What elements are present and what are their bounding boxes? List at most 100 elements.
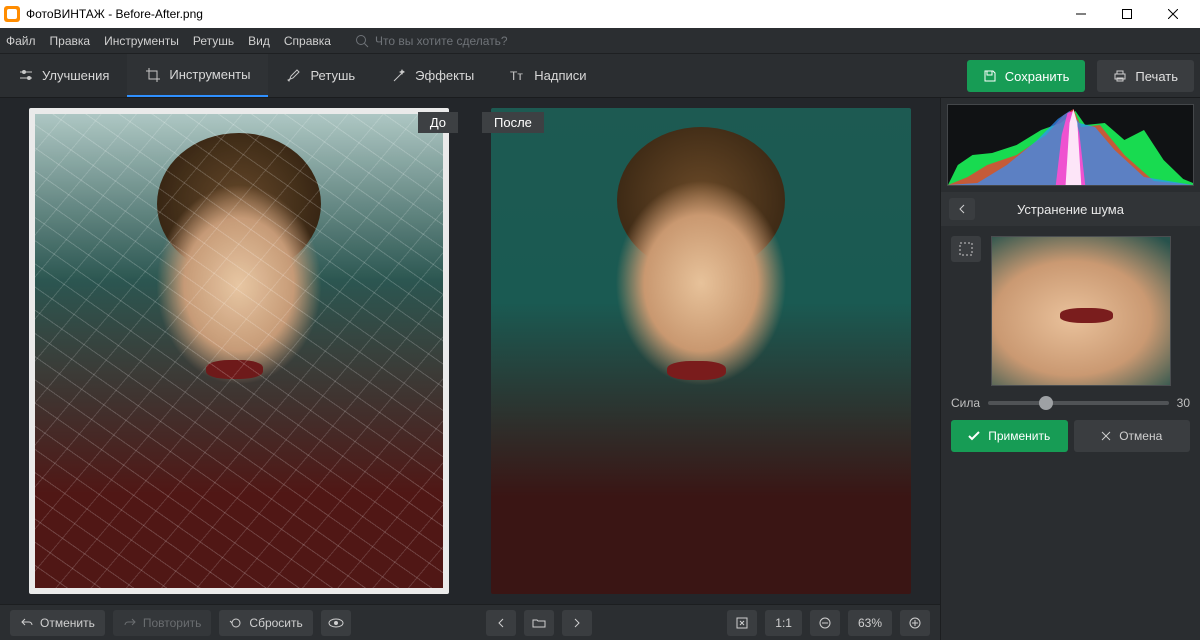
image-viewer: До После Отменить Повторить Сбросить xyxy=(0,98,940,640)
window-title: ФотоВИНТАЖ - Before-After.png xyxy=(26,7,1058,21)
panel-title: Устранение шума xyxy=(1017,202,1124,217)
zoom-value[interactable]: 63% xyxy=(848,610,892,636)
menu-retouch[interactable]: Ретушь xyxy=(193,34,234,48)
text-icon: Tᴛ xyxy=(510,68,526,84)
tab-retouch[interactable]: Ретушь xyxy=(268,54,373,97)
crop-icon xyxy=(145,67,161,83)
viewer-footerbar: Отменить Повторить Сбросить 1:1 63% xyxy=(0,604,940,640)
print-button[interactable]: Печать xyxy=(1097,60,1194,92)
chevron-left-icon xyxy=(958,204,966,214)
cancel-button[interactable]: Отмена xyxy=(1074,420,1191,452)
menu-help[interactable]: Справка xyxy=(284,34,331,48)
panel-header: Устранение шума xyxy=(941,192,1200,226)
menu-edit[interactable]: Правка xyxy=(50,34,91,48)
cancel-label: Отмена xyxy=(1119,429,1162,443)
reset-label: Сбросить xyxy=(249,616,302,630)
redo-button[interactable]: Повторить xyxy=(113,610,212,636)
menu-bar: Файл Правка Инструменты Ретушь Вид Справ… xyxy=(0,28,1200,54)
tab-effects[interactable]: Эффекты xyxy=(373,54,492,97)
close-button[interactable] xyxy=(1150,0,1196,28)
tab-text-label: Надписи xyxy=(534,68,586,83)
print-icon xyxy=(1113,69,1127,83)
sliders-icon xyxy=(18,68,34,84)
apply-label: Применить xyxy=(988,429,1050,443)
toggle-preview-button[interactable] xyxy=(321,610,351,636)
tab-tools[interactable]: Инструменты xyxy=(127,54,268,97)
tab-effects-label: Эффекты xyxy=(415,68,474,83)
strength-slider[interactable] xyxy=(988,401,1169,405)
menu-view[interactable]: Вид xyxy=(248,34,270,48)
tab-enhancements[interactable]: Улучшения xyxy=(0,54,127,97)
strength-value: 30 xyxy=(1177,396,1190,410)
denoise-preview[interactable] xyxy=(991,236,1171,386)
x-icon xyxy=(1101,431,1111,441)
apply-button[interactable]: Применить xyxy=(951,420,1068,452)
chevron-right-icon xyxy=(573,618,581,628)
search-icon xyxy=(355,34,369,48)
tab-text[interactable]: Tᴛ Надписи xyxy=(492,54,604,97)
strength-row: Сила 30 xyxy=(951,396,1190,410)
menu-tools[interactable]: Инструменты xyxy=(104,34,179,48)
app-icon xyxy=(4,6,20,22)
reset-icon xyxy=(229,616,243,630)
panel-body: Сила 30 Применить Отмена xyxy=(941,226,1200,462)
after-pane[interactable]: После xyxy=(476,108,926,594)
minimize-icon xyxy=(1076,9,1086,19)
save-button[interactable]: Сохранить xyxy=(967,60,1086,92)
zoom-out-button[interactable] xyxy=(810,610,840,636)
redo-label: Повторить xyxy=(143,616,202,630)
selection-icon xyxy=(959,242,973,256)
tab-retouch-label: Ретушь xyxy=(310,68,355,83)
reset-button[interactable]: Сбросить xyxy=(219,610,312,636)
minimize-button[interactable] xyxy=(1058,0,1104,28)
panel-back-button[interactable] xyxy=(949,198,975,220)
after-badge: После xyxy=(482,112,544,133)
plus-icon xyxy=(909,617,921,629)
zoom-in-button[interactable] xyxy=(900,610,930,636)
slider-thumb[interactable] xyxy=(1039,396,1053,410)
print-label: Печать xyxy=(1135,69,1178,84)
search-box[interactable]: Что вы хотите сделать? xyxy=(355,34,508,48)
close-icon xyxy=(1168,9,1178,19)
maximize-button[interactable] xyxy=(1104,0,1150,28)
zoom-value-label: 63% xyxy=(858,616,882,630)
undo-icon xyxy=(20,616,34,630)
wand-icon xyxy=(391,68,407,84)
actual-size-button[interactable]: 1:1 xyxy=(765,610,802,636)
before-badge: До xyxy=(418,112,458,133)
history-prev-button[interactable] xyxy=(486,610,516,636)
check-icon xyxy=(968,431,980,441)
side-panel: Устранение шума Сила 30 Применить xyxy=(940,98,1200,640)
redo-icon xyxy=(123,616,137,630)
tab-tools-label: Инструменты xyxy=(169,67,250,82)
main-area: До После Отменить Повторить Сбросить xyxy=(0,98,1200,640)
before-pane[interactable]: До xyxy=(14,108,464,594)
maximize-icon xyxy=(1122,9,1132,19)
compare-view: До После xyxy=(0,98,940,604)
main-toolbar: Улучшения Инструменты Ретушь Эффекты Tᴛ … xyxy=(0,54,1200,98)
undo-label: Отменить xyxy=(40,616,95,630)
preview-area-button[interactable] xyxy=(951,236,981,262)
histogram[interactable] xyxy=(947,104,1194,186)
save-label: Сохранить xyxy=(1005,69,1070,84)
fit-icon xyxy=(736,617,748,629)
histogram-graph xyxy=(948,105,1193,185)
folder-icon xyxy=(532,618,546,628)
svg-text:Tᴛ: Tᴛ xyxy=(510,69,523,83)
undo-button[interactable]: Отменить xyxy=(10,610,105,636)
tab-enhancements-label: Улучшения xyxy=(42,68,109,83)
strength-label: Сила xyxy=(951,396,980,410)
chevron-left-icon xyxy=(497,618,505,628)
history-next-button[interactable] xyxy=(562,610,592,636)
before-image xyxy=(29,108,449,594)
search-placeholder: Что вы хотите сделать? xyxy=(375,34,508,48)
save-icon xyxy=(983,69,997,83)
menu-file[interactable]: Файл xyxy=(6,34,36,48)
brush-icon xyxy=(286,68,302,84)
eye-icon xyxy=(328,618,344,628)
actual-size-label: 1:1 xyxy=(775,616,792,630)
open-folder-button[interactable] xyxy=(524,610,554,636)
fit-screen-button[interactable] xyxy=(727,610,757,636)
window-titlebar: ФотоВИНТАЖ - Before-After.png xyxy=(0,0,1200,28)
minus-icon xyxy=(819,617,831,629)
